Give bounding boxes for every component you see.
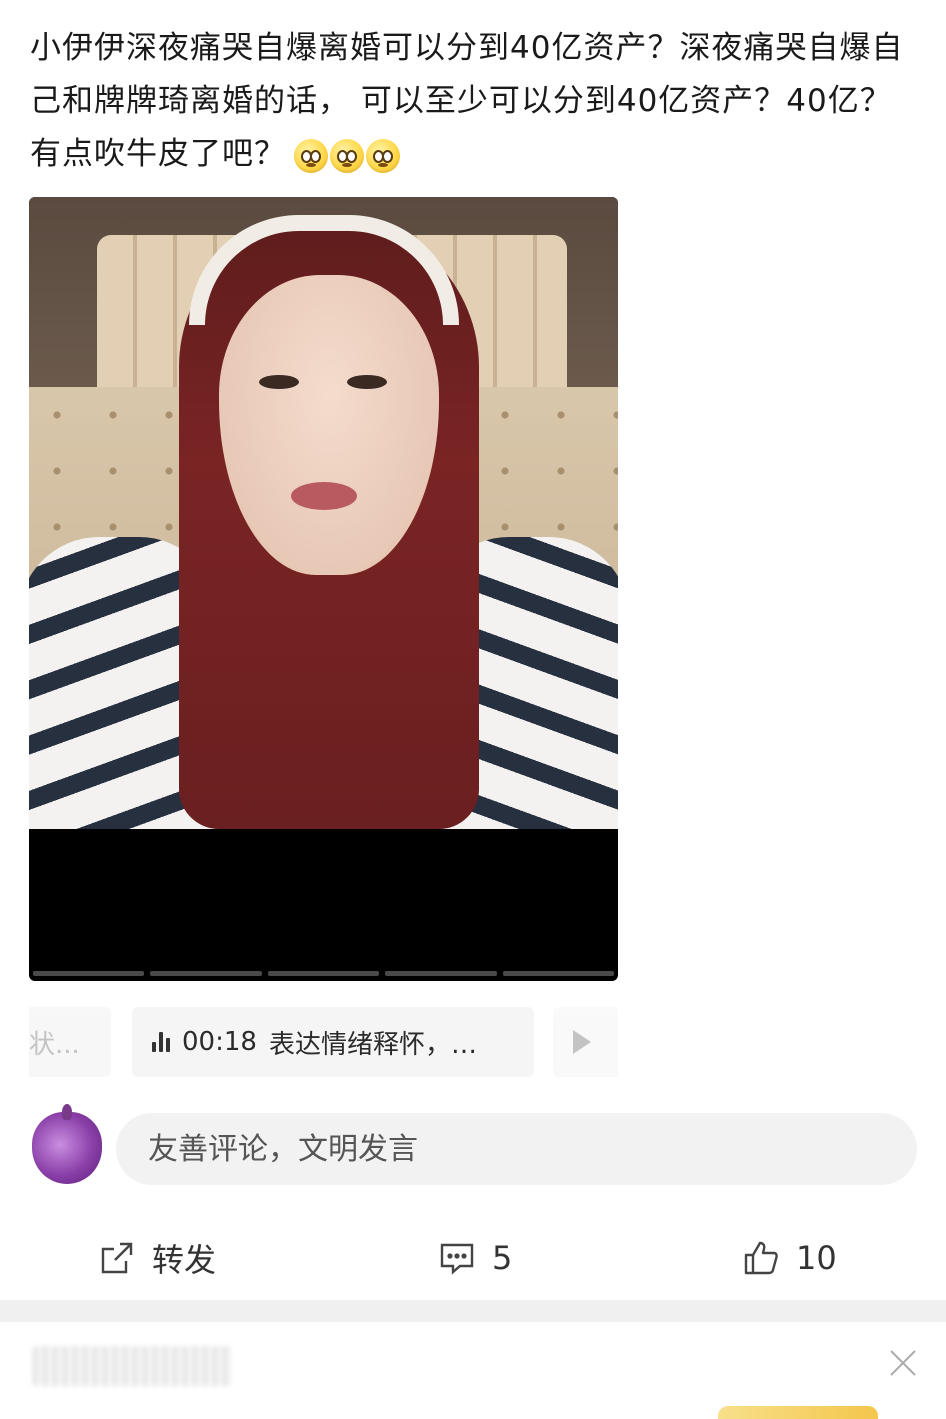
repost-label: 转发	[152, 1241, 217, 1279]
section-divider	[0, 1300, 946, 1322]
progress-segment[interactable]	[150, 971, 262, 976]
post-text: 小伊伊深夜痛哭自爆离婚可以分到40亿资产？深夜痛哭自爆自己和牌牌琦离婚的话， 可…	[30, 22, 920, 181]
headband	[189, 215, 459, 325]
video-frame	[29, 197, 618, 829]
progress-segment[interactable]	[385, 971, 497, 976]
video-player[interactable]	[29, 197, 618, 981]
chapter-chips[interactable]: 状... 00:18 表达情绪释怀，…	[29, 1005, 618, 1081]
like-count: 10	[796, 1239, 837, 1277]
audio-bars-icon	[152, 1032, 170, 1052]
play-icon	[573, 1030, 591, 1054]
thinking-emoji-icon	[366, 138, 400, 173]
progress-segment[interactable]	[502, 971, 615, 976]
chapter-time: 00:18	[182, 1027, 257, 1057]
eye-left	[259, 375, 299, 389]
comment-input[interactable]	[116, 1113, 917, 1185]
thumbs-up-icon	[744, 1241, 778, 1275]
ad-banner-peek[interactable]	[718, 1406, 878, 1419]
avatar[interactable]	[32, 1104, 102, 1184]
chapter-chip-prev[interactable]: 状...	[29, 1007, 111, 1077]
close-icon[interactable]	[886, 1346, 920, 1380]
comment-count: 5	[492, 1239, 513, 1277]
next-card	[0, 1322, 946, 1419]
chapter-chip-current[interactable]: 00:18 表达情绪释怀，…	[132, 1007, 534, 1077]
action-bar: 转发 5 10	[0, 1225, 946, 1291]
emoji-group	[294, 138, 400, 173]
post-body: 小伊伊深夜痛哭自爆离婚可以分到40亿资产？深夜痛哭自爆自己和牌牌琦离婚的话， 可…	[30, 30, 904, 172]
thinking-emoji-icon	[330, 138, 364, 173]
comment-icon	[440, 1243, 474, 1275]
video-progress-segments[interactable]	[33, 971, 615, 976]
eye-right	[347, 375, 387, 389]
comment-button[interactable]: 5	[438, 1225, 512, 1291]
progress-segment[interactable]	[267, 971, 380, 976]
chapter-chip-next[interactable]	[553, 1007, 618, 1077]
progress-segment[interactable]	[33, 971, 145, 976]
repost-icon	[101, 1242, 133, 1274]
repost-button[interactable]: 转发	[98, 1225, 216, 1291]
blurred-text	[32, 1346, 232, 1386]
chapter-label: 表达情绪释怀，…	[268, 1029, 477, 1060]
thinking-emoji-icon	[294, 138, 328, 173]
like-button[interactable]: 10	[742, 1225, 837, 1291]
lips	[291, 482, 357, 510]
chapter-prev-label: 状...	[29, 1029, 80, 1060]
